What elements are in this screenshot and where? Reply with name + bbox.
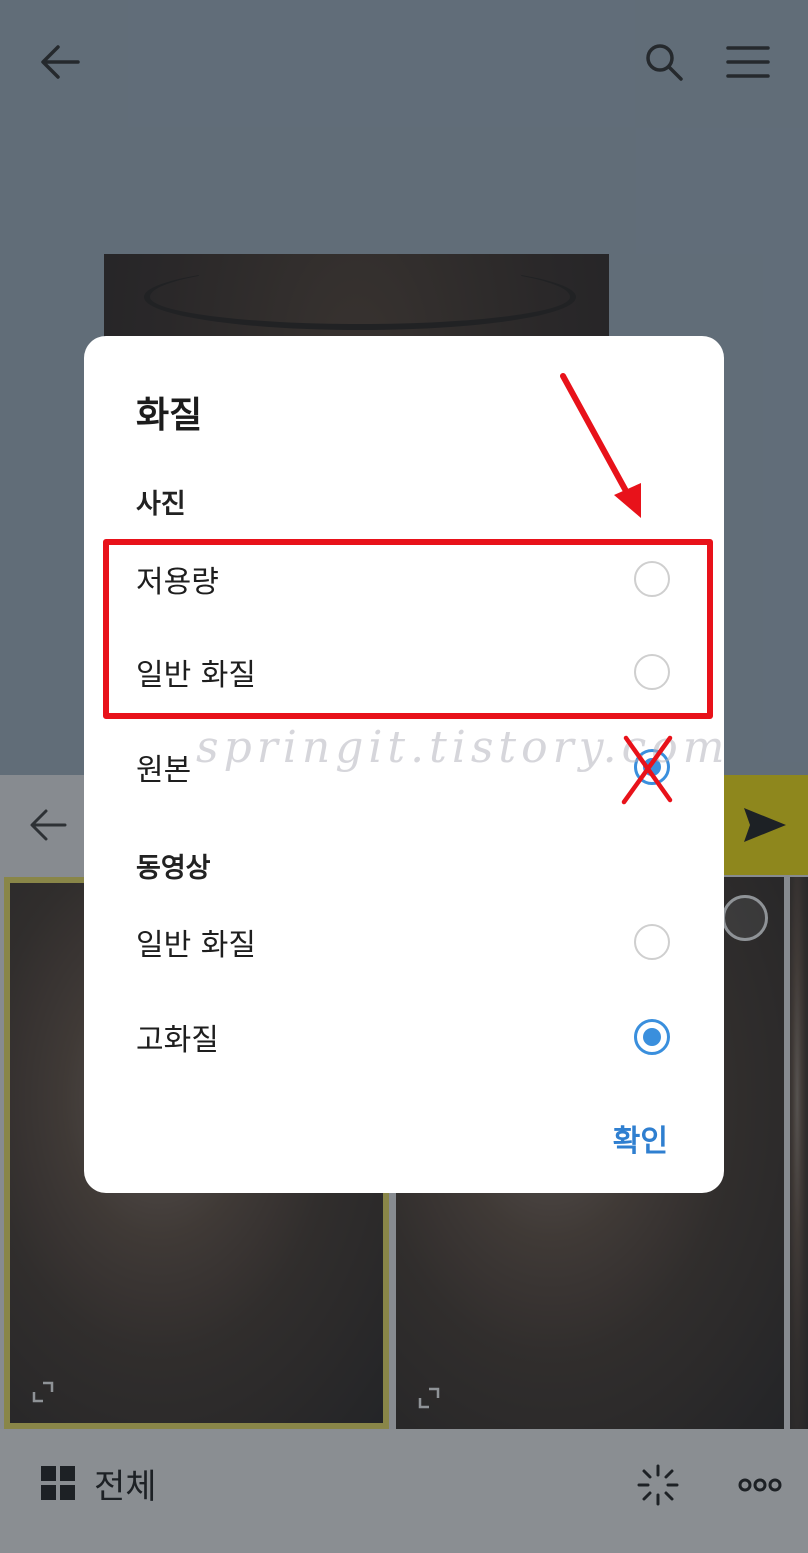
option-label: 원본	[136, 753, 192, 788]
option-label: 고화질	[136, 1023, 219, 1058]
photo-section-label: 사진	[136, 489, 186, 520]
confirm-button[interactable]: 확인	[613, 1116, 668, 1160]
video-section-label: 동영상	[136, 853, 211, 884]
radio-button[interactable]	[634, 924, 670, 960]
radio-button-selected[interactable]	[634, 1019, 670, 1055]
option-video-high[interactable]: 고화질	[84, 992, 724, 1082]
dialog-title: 화질	[136, 395, 203, 436]
watermark-text: springit.tistory.com	[196, 722, 730, 773]
option-label: 일반 화질	[136, 928, 256, 963]
annotation-highlight-box	[103, 539, 713, 719]
option-video-normal[interactable]: 일반 화질	[84, 897, 724, 987]
